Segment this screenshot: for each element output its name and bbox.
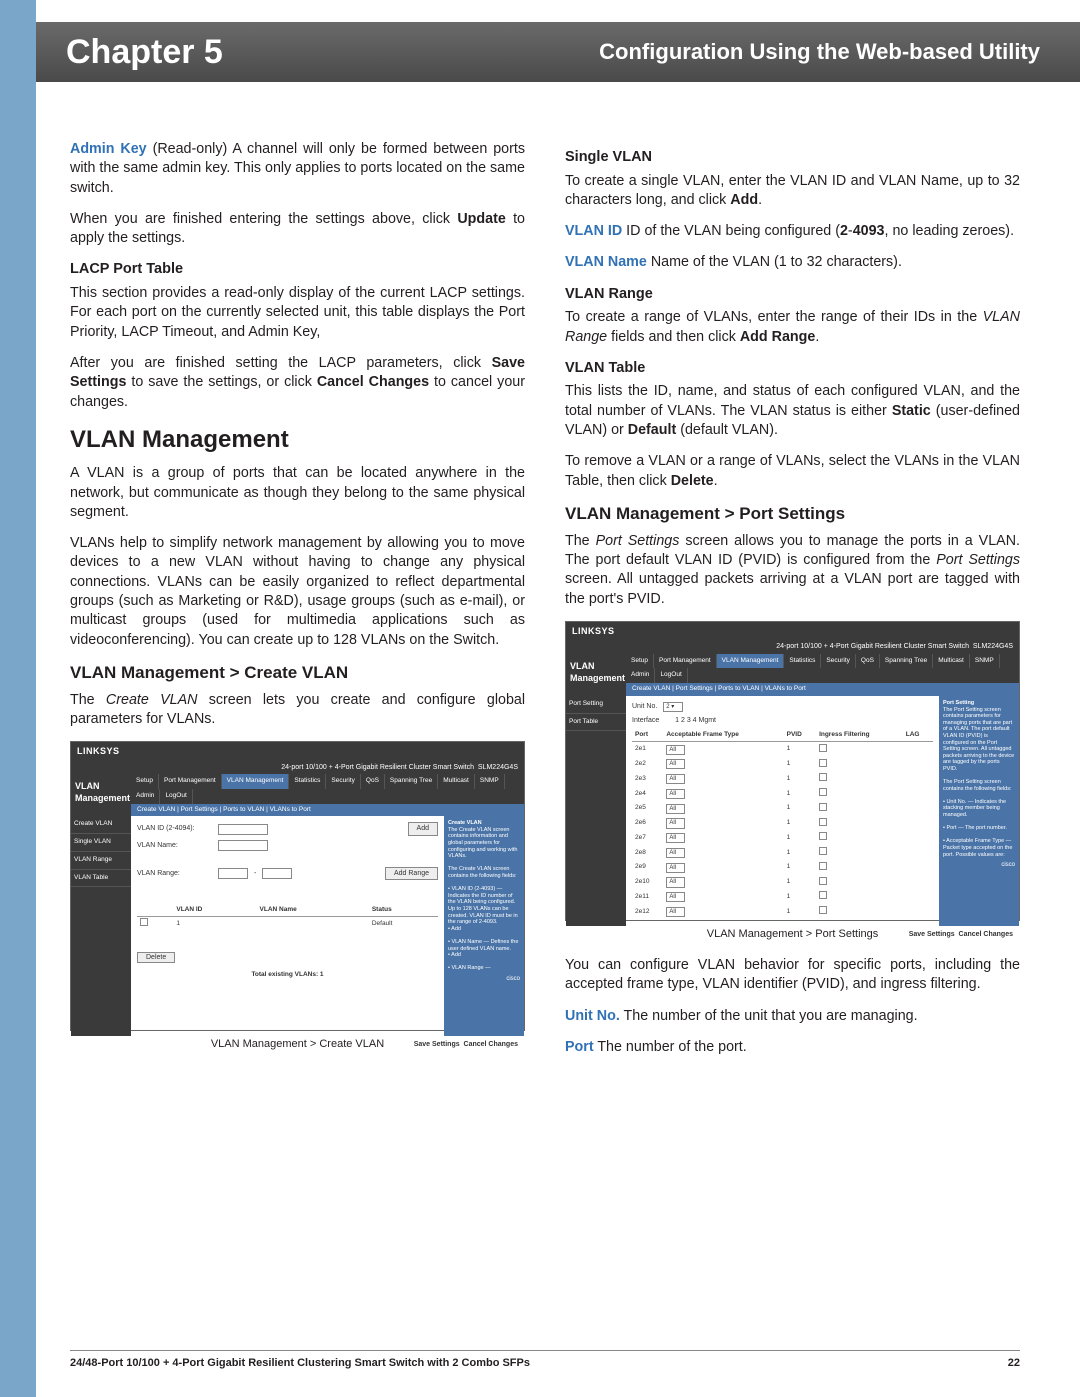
row-checkbox[interactable] [140, 918, 148, 926]
page-body: Admin Key (Read-only) A channel will onl… [70, 140, 1020, 1069]
table-row[interactable]: 1 Default [137, 916, 438, 931]
shot1-section: VLAN Management [71, 774, 131, 816]
shot1-vlan-table: VLAN ID VLAN Name Status 1 Default [137, 904, 438, 932]
range-to-input[interactable] [262, 868, 292, 879]
shot2-center: Unit No. 2 ▾ Interface 1 2 3 4 Mgmt Port… [626, 696, 939, 926]
vlan-name-input[interactable] [218, 840, 268, 851]
delete-button[interactable]: Delete [137, 952, 175, 963]
shot1-center: VLAN ID (2-4094): Add VLAN Name: VLAN Ra… [131, 816, 444, 1036]
chapter-title: Configuration Using the Web-based Utilit… [599, 39, 1040, 65]
footer-page: 22 [1008, 1357, 1020, 1369]
right-column: Single VLAN To create a single VLAN, ent… [565, 140, 1020, 1069]
vlan-range-para: To create a range of VLANs, enter the ra… [565, 308, 1020, 347]
table-row[interactable]: 2e8All1 [632, 846, 933, 861]
shot2-brand: LINKSYS [566, 622, 1019, 640]
shot2-leftnav: Port Setting Port Table [566, 696, 626, 926]
chapter-number: Chapter 5 [66, 33, 223, 72]
shot2-section: VLAN Management [566, 654, 626, 696]
port-settings-screenshot: LINKSYS 24-port 10/100 + 4-Port Gigabit … [565, 621, 1020, 921]
vlan-para-2: VLANs help to simplify network managemen… [70, 534, 525, 650]
footer-product: 24/48-Port 10/100 + 4-Port Gigabit Resil… [70, 1357, 530, 1369]
unitno-para: Unit No. The number of the unit that you… [565, 1007, 1020, 1026]
cancel-changes-button[interactable]: Cancel Changes [464, 1041, 518, 1048]
shot2-tabs: Setup Port Management VLAN Management St… [626, 654, 1019, 696]
lacp-after-para: After you are finished setting the LACP … [70, 354, 525, 412]
shot2-port-table: Port Acceptable Frame Type PVID Ingress … [632, 729, 933, 919]
lacp-table-para: This section provides a read-only displa… [70, 284, 525, 342]
range-from-input[interactable] [218, 868, 248, 879]
unit-select[interactable]: 2 ▾ [663, 702, 683, 712]
vlan-table-para: This lists the ID, name, and status of e… [565, 382, 1020, 440]
vlan-management-heading: VLAN Management [70, 424, 525, 456]
page-footer: 24/48-Port 10/100 + 4-Port Gigabit Resil… [70, 1350, 1020, 1369]
left-accent-bar [0, 0, 36, 1397]
table-row[interactable]: 2e12All1 [632, 905, 933, 920]
vlan-id-para: VLAN ID ID of the VLAN being configured … [565, 222, 1020, 241]
save-settings-button[interactable]: Save Settings [414, 1041, 460, 1048]
vlan-remove-para: To remove a VLAN or a range of VLANs, se… [565, 452, 1020, 491]
shot-create-vlan: LINKSYS 24-port 10/100 + 4-Port Gigabit … [70, 741, 525, 1031]
create-vlan-heading: VLAN Management > Create VLAN [70, 662, 525, 685]
table-row[interactable]: 2e9All1 [632, 860, 933, 875]
admin-key-para: Admin Key (Read-only) A channel will onl… [70, 140, 525, 198]
table-row[interactable]: 2e6All1 [632, 816, 933, 831]
cfg-para: You can configure VLAN behavior for spec… [565, 956, 1020, 995]
table-row[interactable]: 2e3All1 [632, 772, 933, 787]
vlan-name-para: VLAN Name Name of the VLAN (1 to 32 char… [565, 253, 1020, 272]
port-settings-heading: VLAN Management > Port Settings [565, 503, 1020, 526]
vlan-table-heading: VLAN Table [565, 359, 1020, 379]
single-vlan-heading: Single VLAN [565, 148, 1020, 168]
table-row[interactable]: 2e5All1 [632, 801, 933, 816]
table-row[interactable]: 2e2All1 [632, 757, 933, 772]
table-row[interactable]: 2e4All1 [632, 787, 933, 802]
admin-key-label: Admin Key [70, 141, 147, 157]
chapter-header: Chapter 5 Configuration Using the Web-ba… [36, 22, 1080, 82]
shot1-help: Create VLAN The Create VLAN screen conta… [444, 816, 524, 1036]
single-vlan-para: To create a single VLAN, enter the VLAN … [565, 172, 1020, 211]
table-row[interactable]: 2e11All1 [632, 890, 933, 905]
save-settings-button[interactable]: Save Settings [909, 931, 955, 938]
create-vlan-para: The Create VLAN screen lets you create a… [70, 691, 525, 730]
left-column: Admin Key (Read-only) A channel will onl… [70, 140, 525, 1069]
port-settings-para: The Port Settings screen allows you to m… [565, 532, 1020, 609]
add-button[interactable]: Add [408, 822, 438, 835]
update-para: When you are finished entering the setti… [70, 210, 525, 249]
vlan-id-input[interactable] [218, 824, 268, 835]
table-row[interactable]: 2e1All1 [632, 742, 933, 757]
shot1-brand: LINKSYS [71, 742, 524, 760]
lacp-port-table-heading: LACP Port Table [70, 260, 525, 280]
add-range-button[interactable]: Add Range [385, 867, 438, 880]
shot1-tabs: Setup Port Management VLAN Management St… [131, 774, 524, 816]
port-para: Port The number of the port. [565, 1038, 1020, 1057]
vlan-para-1: A VLAN is a group of ports that can be l… [70, 464, 525, 522]
shot-port-settings: LINKSYS 24-port 10/100 + 4-Port Gigabit … [565, 621, 1020, 921]
cancel-changes-button[interactable]: Cancel Changes [959, 931, 1013, 938]
table-row[interactable]: 2e10All1 [632, 875, 933, 890]
vlan-range-heading: VLAN Range [565, 285, 1020, 305]
create-vlan-screenshot: LINKSYS 24-port 10/100 + 4-Port Gigabit … [70, 741, 525, 1031]
table-row[interactable]: 2e7All1 [632, 831, 933, 846]
shot1-leftnav: Create VLAN Single VLAN VLAN Range VLAN … [71, 816, 131, 1036]
shot2-help: Port Setting The Port Setting screen con… [939, 696, 1019, 926]
